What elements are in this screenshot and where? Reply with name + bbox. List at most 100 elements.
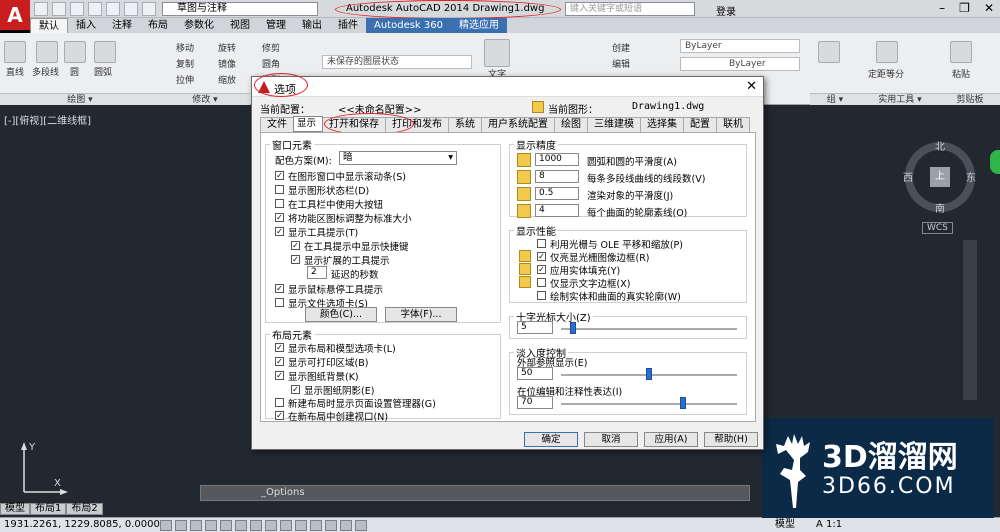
selcycle-icon[interactable] xyxy=(340,520,352,531)
tab-layout2[interactable]: 布局2 xyxy=(66,503,103,515)
tab-system[interactable]: 系统 xyxy=(448,117,483,132)
redo-icon[interactable] xyxy=(142,2,156,16)
undo-icon[interactable] xyxy=(124,2,138,16)
save-icon[interactable] xyxy=(70,2,84,16)
crosshair-input[interactable]: 5 xyxy=(517,321,553,334)
model-space-toggle[interactable]: 模型 xyxy=(775,518,795,532)
group-icon[interactable] xyxy=(818,41,840,63)
layer-state-dropdown[interactable]: 未保存的图层状态 xyxy=(322,55,472,69)
annomonitor-icon[interactable] xyxy=(355,520,367,531)
tab-model[interactable]: 模型 xyxy=(0,503,30,515)
tab-parametric[interactable]: 参数化 xyxy=(176,18,222,33)
checkbox-raster-frame[interactable]: ✓ xyxy=(537,252,546,261)
measure-icon[interactable] xyxy=(876,41,898,63)
tab-user-preferences[interactable]: 用户系统配置 xyxy=(481,117,556,132)
navigation-bar[interactable] xyxy=(963,240,977,400)
colors-button[interactable]: 颜色(C)... xyxy=(305,307,377,322)
tab-plugins[interactable]: 插件 xyxy=(330,18,366,33)
inplace-fade-slider-track[interactable] xyxy=(561,403,737,405)
edit-block-button[interactable]: 编辑 xyxy=(612,57,630,70)
group-groups[interactable]: 组 ▾ xyxy=(810,93,860,105)
checkbox-status-bar[interactable] xyxy=(275,185,284,194)
checkbox-paper-background[interactable]: ✓ xyxy=(275,371,284,380)
group-utilities[interactable]: 实用工具 ▾ xyxy=(860,93,940,105)
new-icon[interactable] xyxy=(34,2,48,16)
workspace-dropdown[interactable]: 草图与注释 xyxy=(162,2,318,16)
tab-insert[interactable]: 插入 xyxy=(68,18,104,33)
create-block-button[interactable]: 创建 xyxy=(612,41,630,54)
checkbox-tooltips[interactable]: ✓ xyxy=(275,227,284,236)
polyline-icon[interactable] xyxy=(36,41,58,63)
tab-online[interactable]: 联机 xyxy=(716,117,751,132)
group-modify[interactable]: 修改 ▾ xyxy=(160,93,250,105)
linetype-dropdown[interactable]: ByLayer xyxy=(680,57,800,71)
crosshair-slider-thumb[interactable] xyxy=(569,322,576,334)
rotate-button[interactable]: 旋转 xyxy=(218,41,236,54)
checkbox-create-viewport[interactable]: ✓ xyxy=(275,411,284,420)
3dosnap-icon[interactable] xyxy=(235,520,247,531)
group-clipboard[interactable]: 剪贴板 xyxy=(940,93,1000,105)
dialog-close-icon[interactable]: ✕ xyxy=(746,79,757,94)
grid-icon[interactable] xyxy=(175,520,187,531)
polar-icon[interactable] xyxy=(205,520,217,531)
tab-view[interactable]: 视图 xyxy=(222,18,258,33)
save-as-icon[interactable] xyxy=(88,2,102,16)
close-icon[interactable]: ✕ xyxy=(984,1,994,15)
line-icon[interactable] xyxy=(4,41,26,63)
fillet-button[interactable]: 圆角 xyxy=(262,57,280,70)
tab-layout1[interactable]: 布局1 xyxy=(30,503,67,515)
group-draw[interactable]: 绘图 ▾ xyxy=(0,93,160,105)
command-line[interactable]: _Options xyxy=(200,485,750,501)
annotation-scale[interactable]: A 1:1 xyxy=(816,518,842,532)
restore-icon[interactable]: ❐ xyxy=(959,1,970,15)
checkbox-scrollbars[interactable]: ✓ xyxy=(275,171,284,180)
ok-button[interactable]: 确定 xyxy=(524,432,578,447)
otrack-icon[interactable] xyxy=(250,520,262,531)
tab-3d-modeling[interactable]: 三维建模 xyxy=(587,117,642,132)
tab-display[interactable]: 显示 xyxy=(293,116,324,132)
crosshair-slider-track[interactable] xyxy=(561,328,737,330)
osnap-icon[interactable] xyxy=(220,520,232,531)
checkbox-hover-tooltips[interactable]: ✓ xyxy=(275,284,284,293)
print-icon[interactable] xyxy=(106,2,120,16)
green-badge[interactable] xyxy=(990,150,1000,174)
trim-button[interactable]: 修剪 xyxy=(262,41,280,54)
tab-output[interactable]: 输出 xyxy=(294,18,330,33)
stretch-button[interactable]: 拉伸 xyxy=(176,73,194,86)
xref-fade-slider-thumb[interactable] xyxy=(646,368,652,380)
checkbox-page-setup[interactable] xyxy=(275,398,284,407)
dyn-icon[interactable] xyxy=(280,520,292,531)
search-input[interactable]: 键入关键字或短语 xyxy=(565,2,695,16)
viewport-label[interactable]: [-][俯视][二维线框] xyxy=(4,112,91,127)
polyline-segments-input[interactable]: 8 xyxy=(535,170,579,183)
copy-button[interactable]: 复制 xyxy=(176,57,194,70)
help-button[interactable]: 帮助(H) xyxy=(704,432,758,447)
transparency-icon[interactable] xyxy=(310,520,322,531)
tab-autodesk-360[interactable]: Autodesk 360 xyxy=(366,18,451,33)
circle-icon[interactable] xyxy=(64,41,86,63)
checkbox-shortcuts[interactable]: ✓ xyxy=(291,241,300,250)
tab-annotate[interactable]: 注释 xyxy=(104,18,140,33)
quickprops-icon[interactable] xyxy=(325,520,337,531)
checkbox-solid-fill[interactable]: ✓ xyxy=(537,265,546,274)
scale-button[interactable]: 缩放 xyxy=(218,73,236,86)
checkbox-printable-area[interactable]: ✓ xyxy=(275,357,284,366)
tab-layout[interactable]: 布局 xyxy=(140,18,176,33)
tab-featured-apps[interactable]: 精选应用 xyxy=(450,18,507,33)
checkbox-ribbon-icons[interactable]: ✓ xyxy=(275,213,284,222)
ducs-icon[interactable] xyxy=(265,520,277,531)
inplace-fade-slider-thumb[interactable] xyxy=(680,397,686,409)
render-smoothness-input[interactable]: 0.5 xyxy=(535,187,579,200)
coordinates[interactable]: 1931.2261, 1229.8085, 0.0000 xyxy=(4,518,160,532)
minimize-icon[interactable]: – xyxy=(939,1,945,15)
inplace-fade-input[interactable]: 70 xyxy=(517,396,553,409)
apply-button[interactable]: 应用(A) xyxy=(644,432,698,447)
wcs-menu[interactable]: WCS xyxy=(922,222,953,234)
fonts-button[interactable]: 字体(F)... xyxy=(385,307,457,322)
checkbox-file-tabs[interactable] xyxy=(275,298,284,307)
arc-icon[interactable] xyxy=(94,41,116,63)
checkbox-raster-pan[interactable] xyxy=(537,239,546,248)
tab-profiles[interactable]: 配置 xyxy=(683,117,718,132)
checkbox-text-frame[interactable] xyxy=(537,278,546,287)
lineweight-icon[interactable] xyxy=(295,520,307,531)
